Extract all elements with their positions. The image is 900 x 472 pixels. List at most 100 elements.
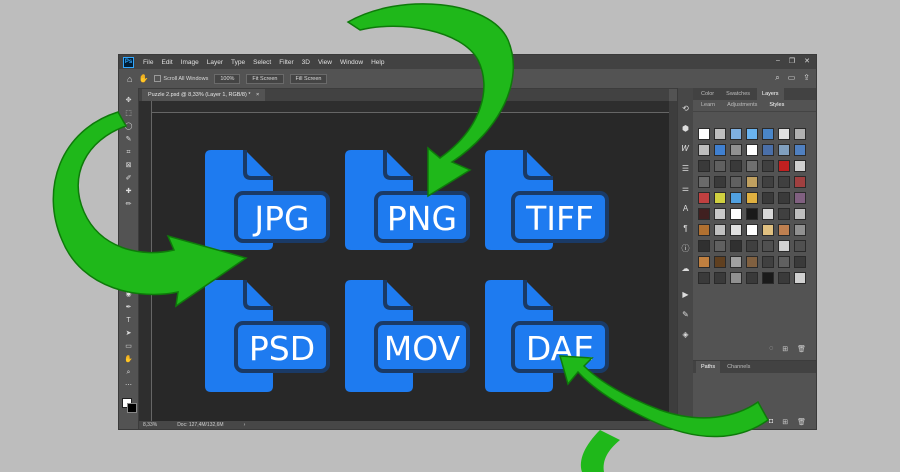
style-swatch[interactable] <box>698 192 710 204</box>
style-swatch[interactable] <box>698 240 710 252</box>
style-swatch[interactable] <box>762 128 774 140</box>
zoom-100-button[interactable]: 100% <box>214 73 241 84</box>
paragraph-icon[interactable]: ¶ <box>681 224 690 233</box>
style-swatch[interactable] <box>794 144 806 156</box>
style-swatch[interactable] <box>746 256 758 268</box>
close-tab-icon[interactable]: × <box>256 92 259 98</box>
menu-type[interactable]: Type <box>227 59 249 66</box>
style-swatch[interactable] <box>714 240 726 252</box>
style-swatch[interactable] <box>730 144 742 156</box>
delete-style-icon[interactable]: 🗑 <box>797 345 806 353</box>
menu-window[interactable]: Window <box>336 59 367 66</box>
menu-help[interactable]: Help <box>367 59 388 66</box>
shape-tool-icon[interactable]: ▭ <box>123 342 134 351</box>
status-arrow-icon[interactable]: › <box>244 422 246 428</box>
clone-source-icon[interactable]: ◈ <box>681 330 690 339</box>
style-swatch[interactable] <box>794 208 806 220</box>
menu-filter[interactable]: Filter <box>275 59 297 66</box>
libraries-icon[interactable]: ☁ <box>681 264 690 273</box>
style-swatch[interactable] <box>762 176 774 188</box>
style-swatch[interactable] <box>698 224 710 236</box>
style-swatch[interactable] <box>762 224 774 236</box>
menu-edit[interactable]: Edit <box>157 59 176 66</box>
style-swatch[interactable] <box>698 208 710 220</box>
style-swatch[interactable] <box>778 176 790 188</box>
info-icon[interactable]: ⓘ <box>681 244 690 253</box>
zoom-tool-icon[interactable]: ⌕ <box>123 368 134 377</box>
style-swatch[interactable] <box>730 192 742 204</box>
style-swatch[interactable] <box>778 128 790 140</box>
style-swatch[interactable] <box>730 128 742 140</box>
style-swatch[interactable] <box>714 272 726 284</box>
path-select-tool-icon[interactable]: ➤ <box>123 329 134 338</box>
style-swatch[interactable] <box>778 240 790 252</box>
style-swatch[interactable] <box>730 240 742 252</box>
document-tab[interactable]: Puzzle 2.psd @ 8,33% (Layer 1, RGB/8) * … <box>142 89 266 101</box>
style-swatch[interactable] <box>730 224 742 236</box>
healing-tool-icon[interactable]: ✚ <box>123 187 134 196</box>
style-swatch[interactable] <box>730 160 742 172</box>
style-swatch[interactable] <box>746 208 758 220</box>
lasso-tool-icon[interactable]: ◯ <box>123 122 134 131</box>
style-swatch[interactable] <box>698 144 710 156</box>
menu-file[interactable]: File <box>139 59 157 66</box>
style-swatch[interactable] <box>778 208 790 220</box>
style-swatch[interactable] <box>778 224 790 236</box>
properties-icon[interactable]: ☰ <box>681 164 690 173</box>
style-swatch[interactable] <box>730 272 742 284</box>
background-color-swatch[interactable] <box>127 403 137 413</box>
style-swatch[interactable] <box>730 176 742 188</box>
tab-channels[interactable]: Channels <box>722 361 755 373</box>
style-swatch[interactable] <box>746 160 758 172</box>
style-swatch[interactable] <box>746 128 758 140</box>
hand-tool-icon[interactable]: ✋ <box>123 355 134 364</box>
style-swatch[interactable] <box>794 176 806 188</box>
style-swatch[interactable] <box>714 144 726 156</box>
home-icon[interactable]: ⌂ <box>127 74 132 84</box>
style-swatch[interactable] <box>778 144 790 156</box>
tab-adjustments[interactable]: Adjustments <box>722 100 762 111</box>
style-swatch[interactable] <box>762 192 774 204</box>
style-swatch[interactable] <box>714 256 726 268</box>
new-path-icon[interactable]: ⊞ <box>782 418 788 426</box>
style-swatch[interactable] <box>714 128 726 140</box>
adjust-icon[interactable]: ⚌ <box>681 184 690 193</box>
pen-tool-icon[interactable]: ✒ <box>123 303 134 312</box>
style-swatch[interactable] <box>746 272 758 284</box>
brushes-icon[interactable]: ✎ <box>681 310 690 319</box>
style-swatch[interactable] <box>714 160 726 172</box>
frame-tool-icon[interactable]: ⊠ <box>123 161 134 170</box>
new-style-icon[interactable]: ⊞ <box>782 345 788 353</box>
style-swatch[interactable] <box>746 240 758 252</box>
delete-path-icon[interactable]: 🗑 <box>797 418 806 426</box>
history-icon[interactable]: ⟲ <box>681 104 690 113</box>
3d-icon[interactable]: ⬢ <box>681 124 690 133</box>
style-swatch[interactable] <box>794 128 806 140</box>
style-swatch[interactable] <box>730 256 742 268</box>
move-tool-icon[interactable]: ✥ <box>123 96 134 105</box>
tab-styles[interactable]: Styles <box>764 100 790 111</box>
tab-layers[interactable]: Layers <box>757 88 784 100</box>
menu-select[interactable]: Select <box>249 59 275 66</box>
type-tool-icon[interactable]: T <box>123 316 134 325</box>
style-swatch[interactable] <box>778 272 790 284</box>
style-swatch[interactable] <box>698 272 710 284</box>
more-tools-icon[interactable]: ⋯ <box>123 381 134 390</box>
blur-tool-icon[interactable]: ● <box>123 277 134 286</box>
style-swatch[interactable] <box>794 240 806 252</box>
fill-path-icon[interactable]: ● <box>715 418 719 426</box>
style-swatch[interactable] <box>778 256 790 268</box>
style-swatch[interactable] <box>762 272 774 284</box>
glyphs-icon[interactable]: 𝑊 <box>681 144 690 153</box>
tab-paths[interactable]: Paths <box>696 361 721 373</box>
tab-swatches[interactable]: Swatches <box>721 88 755 100</box>
menu-image[interactable]: Image <box>177 59 203 66</box>
style-swatch[interactable] <box>746 192 758 204</box>
style-swatch[interactable] <box>698 160 710 172</box>
tab-learn[interactable]: Learn <box>696 100 720 111</box>
style-swatch[interactable] <box>794 192 806 204</box>
style-swatch[interactable] <box>746 224 758 236</box>
add-mask-icon[interactable]: ◘ <box>769 418 773 426</box>
share-icon[interactable]: ⇪ <box>803 73 810 83</box>
stroke-path-icon[interactable]: ○ <box>728 418 732 426</box>
